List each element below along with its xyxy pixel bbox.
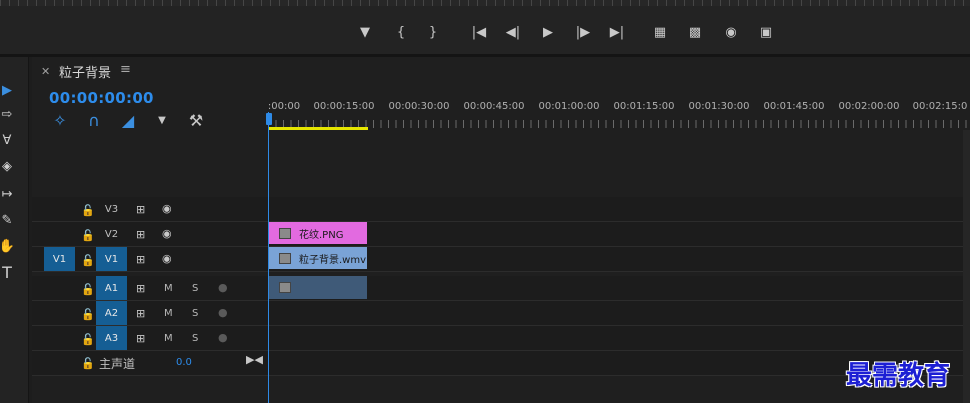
sync-lock-icon[interactable]: ⊞ xyxy=(136,203,145,216)
lock-icon[interactable]: 🔓 xyxy=(81,357,95,370)
track-name-a2[interactable]: A2 xyxy=(96,301,127,325)
solo-button[interactable]: S xyxy=(192,283,198,294)
slip-tool-icon[interactable]: ↦ xyxy=(0,185,14,203)
lock-icon[interactable]: 🔓 xyxy=(81,254,95,267)
track-v3[interactable] xyxy=(32,197,970,222)
fx-badge-icon xyxy=(279,252,291,264)
sync-lock-icon[interactable]: ⊞ xyxy=(136,282,145,295)
play-icon[interactable]: ▶ xyxy=(537,22,559,42)
clip-a1[interactable] xyxy=(269,276,367,299)
source-patch-v1[interactable]: V1 xyxy=(44,247,75,271)
linked-selection-icon[interactable]: ◢ xyxy=(119,111,137,130)
track-v2[interactable] xyxy=(32,222,970,247)
ruler-label: 00:02:00:00 xyxy=(838,101,900,112)
step-back-icon[interactable]: ◀| xyxy=(502,22,524,42)
track-select-tool-icon[interactable]: ⇨ xyxy=(0,105,14,123)
clip-v2[interactable]: 花纹.PNG xyxy=(269,222,367,244)
export-frame-icon[interactable]: ◉ xyxy=(720,22,742,42)
track-name-v2[interactable]: V2 xyxy=(96,222,127,246)
snap-icon[interactable]: ∩ xyxy=(85,111,103,130)
monitor-scrub-ruler[interactable] xyxy=(0,0,970,6)
microphone-icon[interactable]: ● xyxy=(218,331,228,344)
sync-lock-icon[interactable]: ⊞ xyxy=(136,228,145,241)
lock-icon[interactable]: 🔓 xyxy=(81,204,95,217)
solo-button[interactable]: S xyxy=(192,333,198,344)
fx-badge-icon xyxy=(279,227,291,239)
mark-in-icon[interactable]: { xyxy=(390,22,412,42)
go-to-end-icon[interactable]: ▶◀ xyxy=(246,353,263,366)
ruler-label: 00:00:15:00 xyxy=(313,101,375,112)
microphone-icon[interactable]: ● xyxy=(218,306,228,319)
pen-tool-icon[interactable]: ✎ xyxy=(0,211,14,229)
mute-button[interactable]: M xyxy=(164,333,173,344)
ruler-label: 00:01:45:00 xyxy=(763,101,825,112)
timeline-settings-icon[interactable]: ⚒ xyxy=(187,111,205,130)
track-name-v3[interactable]: V3 xyxy=(96,197,127,221)
comparison-view-icon[interactable]: ▣ xyxy=(755,22,777,42)
microphone-icon[interactable]: ● xyxy=(218,281,228,294)
ripple-edit-tool-icon[interactable]: ∀ xyxy=(0,131,14,149)
add-marker-icon[interactable]: ▼ xyxy=(153,112,171,128)
sync-lock-icon[interactable]: ⊞ xyxy=(136,307,145,320)
go-to-out-icon[interactable]: ▶| xyxy=(606,22,628,42)
fx-badge-icon xyxy=(279,282,291,293)
ruler-label: 00:01:00:00 xyxy=(538,101,600,112)
eye-icon[interactable]: ◉ xyxy=(162,227,172,240)
ruler-ticks xyxy=(268,120,970,128)
selection-tool-icon[interactable]: ▶ xyxy=(0,81,14,99)
type-tool-icon[interactable]: T xyxy=(0,263,14,282)
go-to-in-icon[interactable]: |◀ xyxy=(468,22,490,42)
clip-v1[interactable]: 粒子背景.wmv xyxy=(269,247,367,269)
ruler-label: 00:00:45:00 xyxy=(463,101,525,112)
master-volume-value[interactable]: 0.0 xyxy=(176,357,192,368)
tools-panel: ▶ ⇨ ∀ ◈ ↦ ✎ ✋ T xyxy=(0,57,29,403)
hand-tool-icon[interactable]: ✋ xyxy=(0,237,15,255)
lock-icon[interactable]: 🔓 xyxy=(81,283,95,296)
lock-icon[interactable]: 🔓 xyxy=(81,333,95,346)
ruler-label: :00:00 xyxy=(267,101,301,112)
solo-button[interactable]: S xyxy=(192,308,198,319)
lock-icon[interactable]: 🔓 xyxy=(81,229,95,242)
ruler-label: 00:01:30:00 xyxy=(688,101,750,112)
track-v1[interactable] xyxy=(32,247,970,272)
master-track-label: 主声道 xyxy=(99,357,136,371)
playhead-timecode[interactable]: 00:00:00:00 xyxy=(49,89,154,107)
ruler-label: 00:02:15:0 xyxy=(912,101,968,112)
mark-out-icon[interactable]: } xyxy=(422,22,444,42)
close-tab-icon[interactable]: ✕ xyxy=(41,65,50,78)
ruler-label: 00:01:15:00 xyxy=(613,101,675,112)
watermark: 最需教育 xyxy=(846,361,951,391)
lift-icon[interactable]: ▦ xyxy=(649,22,671,42)
vertical-scrollbar[interactable] xyxy=(963,130,970,403)
mute-button[interactable]: M xyxy=(164,283,173,294)
track-master[interactable] xyxy=(32,351,970,376)
extract-icon[interactable]: ▩ xyxy=(684,22,706,42)
lock-icon[interactable]: 🔓 xyxy=(81,308,95,321)
playhead-handle[interactable] xyxy=(266,113,272,125)
eye-icon[interactable]: ◉ xyxy=(162,202,172,215)
sync-lock-icon[interactable]: ⊞ xyxy=(136,253,145,266)
nest-sequence-icon[interactable]: ✧ xyxy=(51,111,69,130)
track-name-a1[interactable]: A1 xyxy=(96,276,127,300)
razor-tool-icon[interactable]: ◈ xyxy=(0,157,14,175)
playhead-line[interactable] xyxy=(268,112,269,403)
add-marker-icon[interactable]: ▼ xyxy=(354,22,376,42)
step-forward-icon[interactable]: |▶ xyxy=(572,22,594,42)
sync-lock-icon[interactable]: ⊞ xyxy=(136,332,145,345)
sequence-tab[interactable]: 粒子背景 xyxy=(59,62,111,81)
track-a3[interactable] xyxy=(32,326,970,351)
mute-button[interactable]: M xyxy=(164,308,173,319)
tab-menu-icon[interactable]: ≡ xyxy=(120,62,131,77)
clip-label: 粒子背景.wmv xyxy=(299,254,367,266)
track-a2[interactable] xyxy=(32,301,970,326)
track-name-a3[interactable]: A3 xyxy=(96,326,127,350)
track-name-v1[interactable]: V1 xyxy=(96,247,127,271)
clip-label: 花纹.PNG xyxy=(299,229,344,241)
eye-icon[interactable]: ◉ xyxy=(162,252,172,265)
work-area-bar[interactable] xyxy=(268,127,368,130)
ruler-label: 00:00:30:00 xyxy=(388,101,450,112)
track-a1[interactable] xyxy=(32,276,970,301)
